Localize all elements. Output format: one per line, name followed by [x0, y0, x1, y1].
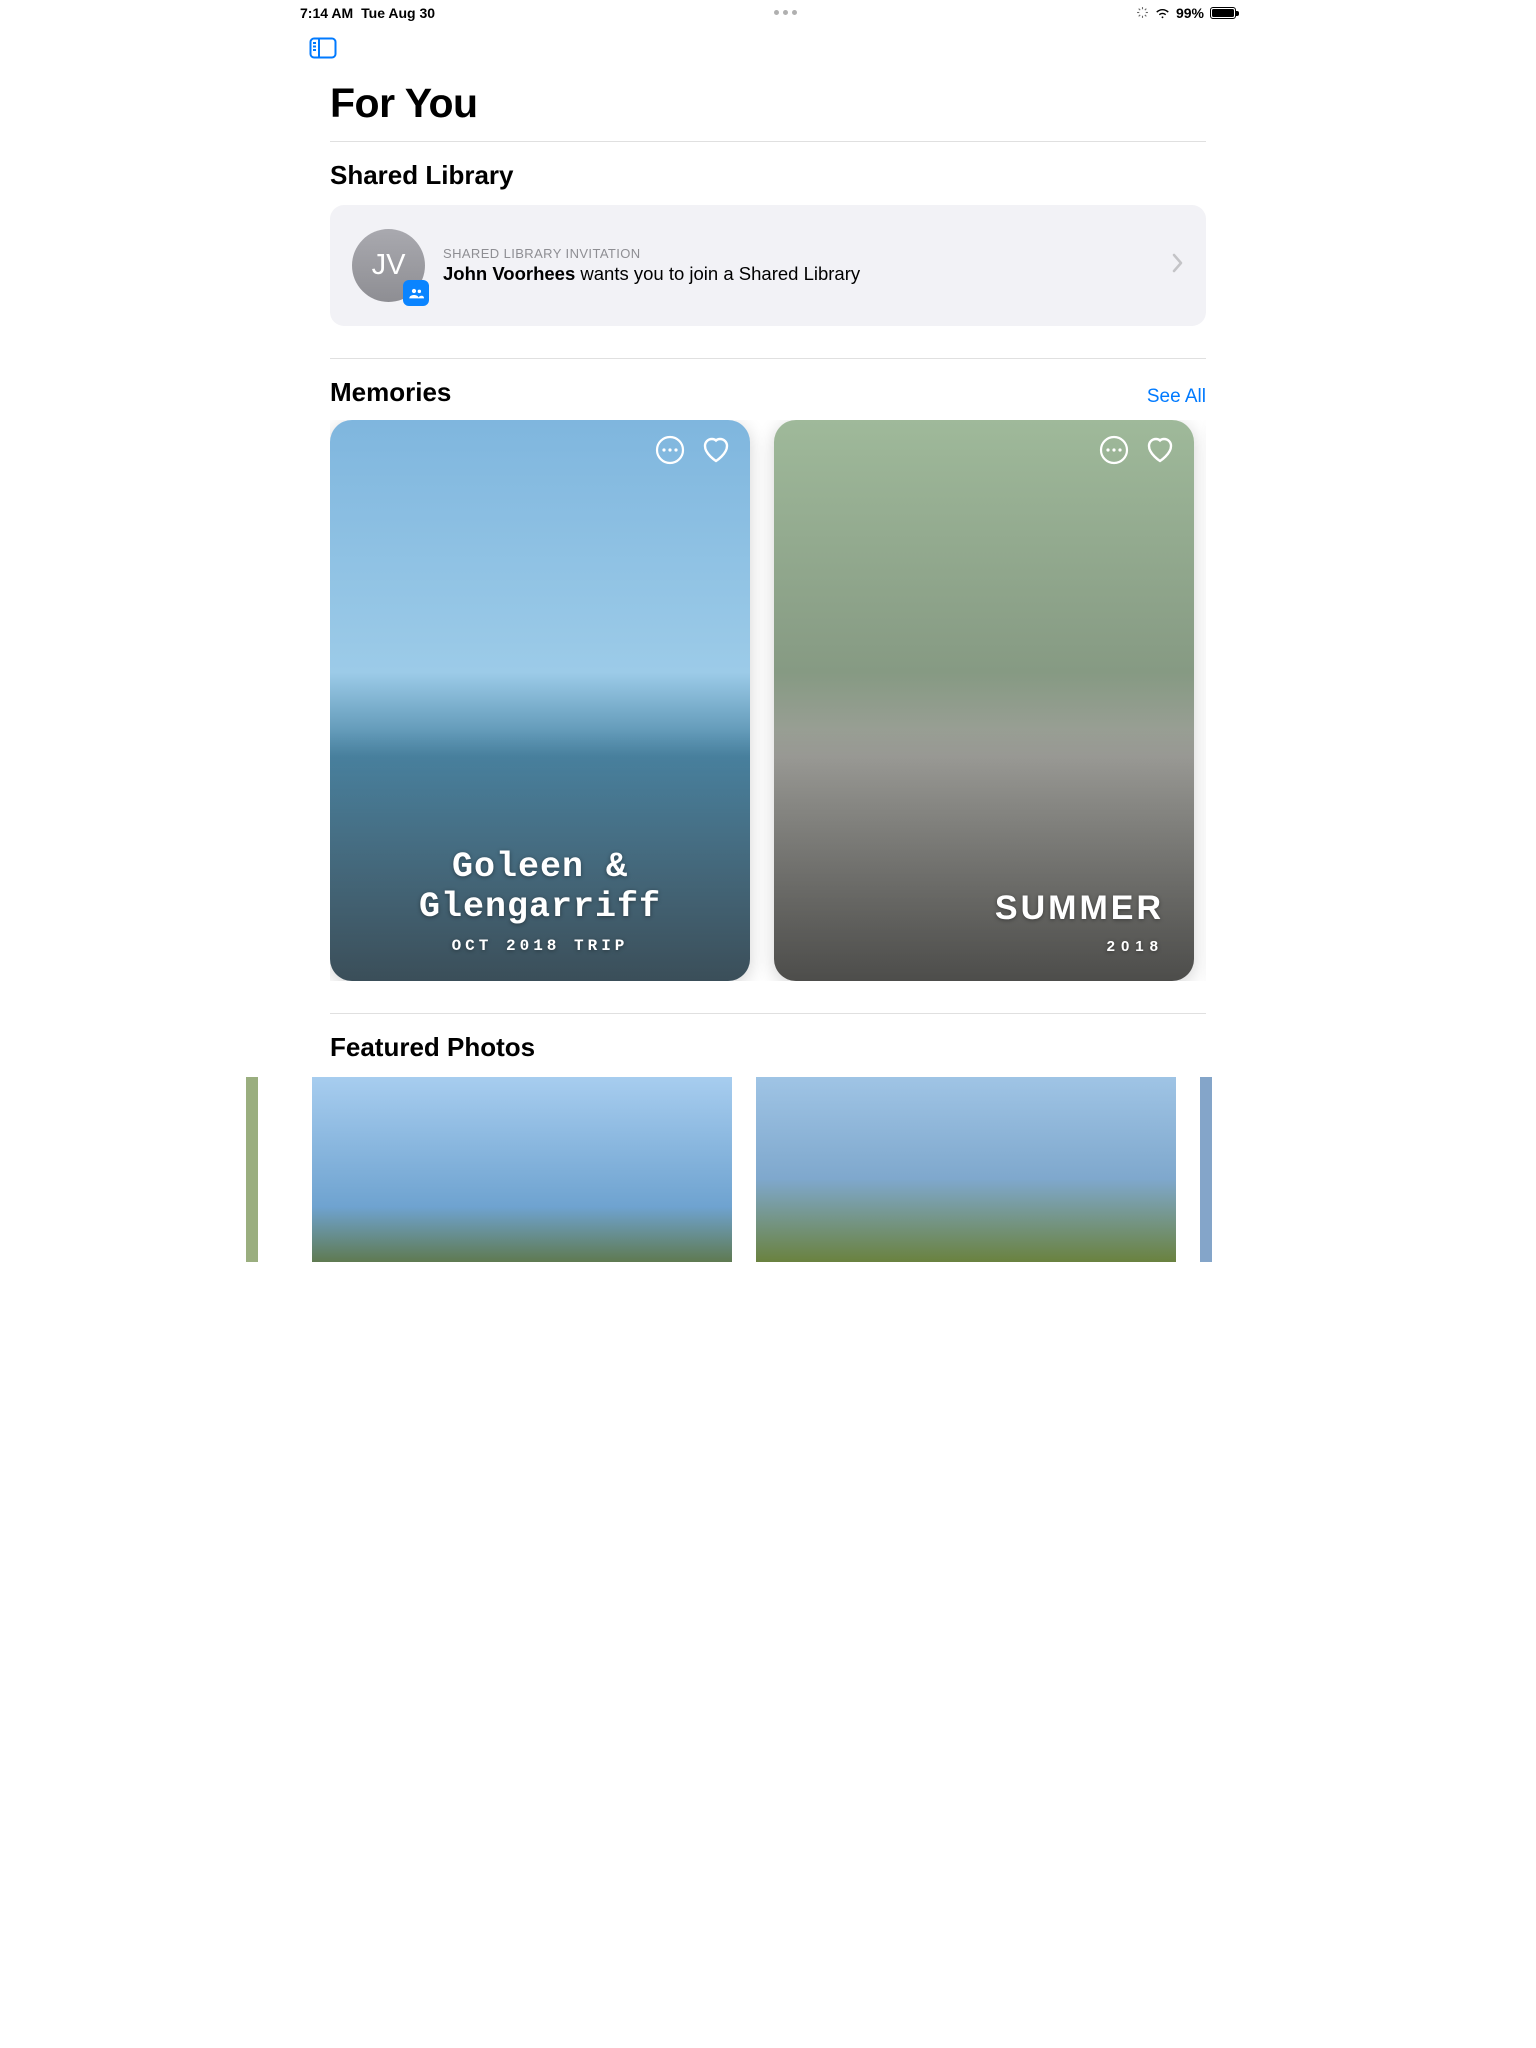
shared-library-badge-icon	[403, 280, 429, 306]
shared-library-invite-card[interactable]: JV SHARED LIBRARY INVITATION John Voorhe…	[330, 205, 1206, 326]
featured-photo[interactable]	[312, 1077, 732, 1262]
more-options-button[interactable]	[1098, 434, 1130, 466]
status-bar: 7:14 AM Tue Aug 30 99%	[288, 0, 1248, 22]
invite-text: John Voorhees wants you to join a Shared…	[443, 263, 1154, 285]
favorite-button[interactable]	[700, 434, 732, 466]
favorite-button[interactable]	[1144, 434, 1176, 466]
featured-photo[interactable]	[756, 1077, 1176, 1262]
memory-title: SUMMER	[804, 889, 1164, 928]
featured-photo[interactable]	[1200, 1077, 1212, 1262]
chevron-right-icon	[1172, 253, 1184, 278]
see-all-button[interactable]: See All	[1147, 386, 1206, 408]
status-date: Tue Aug 30	[361, 5, 435, 21]
featured-photos-heading: Featured Photos	[330, 1032, 535, 1063]
page-title: For You	[330, 80, 1206, 127]
loading-icon	[1136, 6, 1149, 19]
memories-row[interactable]: Goleen & Glengarriff OCT 2018 TRIP SUMME…	[330, 420, 1206, 981]
featured-photos-row[interactable]	[246, 1077, 1290, 1262]
multitasking-dots[interactable]	[774, 10, 797, 15]
more-options-button[interactable]	[654, 434, 686, 466]
status-time: 7:14 AM	[300, 5, 353, 21]
memory-subtitle: 2018	[804, 938, 1164, 955]
shared-library-heading: Shared Library	[330, 160, 514, 191]
battery-icon	[1210, 7, 1236, 19]
sidebar-toggle-button[interactable]	[308, 36, 338, 60]
battery-percent: 99%	[1176, 5, 1204, 21]
memory-title: Goleen & Glengarriff	[360, 847, 720, 928]
featured-photo[interactable]	[246, 1077, 258, 1262]
wifi-icon	[1155, 7, 1170, 19]
memory-card[interactable]: SUMMER 2018	[774, 420, 1194, 981]
memory-card[interactable]: Goleen & Glengarriff OCT 2018 TRIP	[330, 420, 750, 981]
memory-subtitle: OCT 2018 TRIP	[360, 937, 720, 955]
memories-heading: Memories	[330, 377, 451, 408]
invite-eyebrow: SHARED LIBRARY INVITATION	[443, 246, 1154, 261]
